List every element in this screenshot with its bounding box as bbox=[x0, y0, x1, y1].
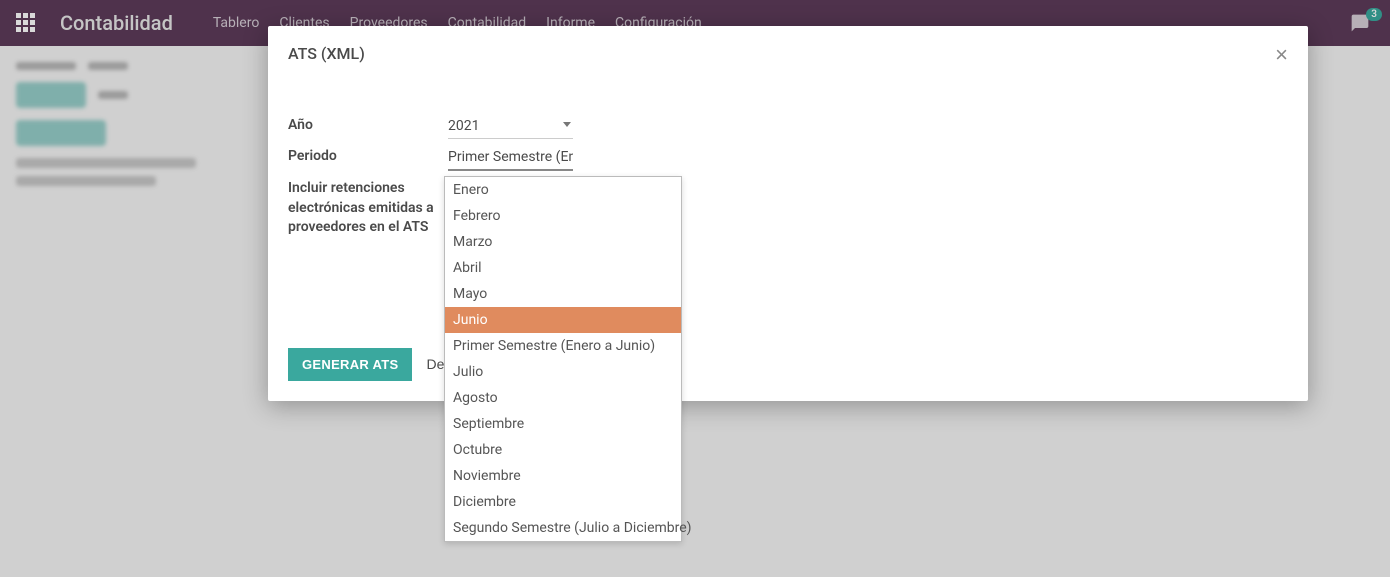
dropdown-item[interactable]: Segundo Semestre (Julio a Diciembre) bbox=[445, 515, 681, 541]
chevron-down-icon bbox=[563, 122, 571, 127]
close-icon[interactable]: × bbox=[1275, 44, 1288, 66]
dropdown-item[interactable]: Septiembre bbox=[445, 411, 681, 437]
dropdown-item[interactable]: Agosto bbox=[445, 385, 681, 411]
dropdown-item[interactable]: Mayo bbox=[445, 281, 681, 307]
dropdown-item[interactable]: Primer Semestre (Enero a Junio) bbox=[445, 333, 681, 359]
year-select[interactable]: 2021 bbox=[448, 116, 573, 139]
year-value: 2021 bbox=[448, 116, 573, 139]
dropdown-item[interactable]: Abril bbox=[445, 255, 681, 281]
modal-title: ATS (XML) bbox=[288, 44, 365, 63]
dropdown-item[interactable]: Octubre bbox=[445, 437, 681, 463]
ats-modal: ATS (XML) × Año 2021 Periodo Primer Seme… bbox=[268, 26, 1308, 401]
dropdown-item[interactable]: Noviembre bbox=[445, 463, 681, 489]
label-include: Incluir retenciones electrónicas emitida… bbox=[288, 179, 448, 238]
period-select[interactable]: Primer Semestre (Enero a Junio) bbox=[448, 147, 573, 171]
dropdown-item[interactable]: Enero bbox=[445, 177, 681, 203]
generate-button[interactable]: GENERAR ATS bbox=[288, 348, 412, 381]
dropdown-item[interactable]: Marzo bbox=[445, 229, 681, 255]
label-year: Año bbox=[288, 116, 448, 136]
dropdown-item[interactable]: Diciembre bbox=[445, 489, 681, 515]
dropdown-item[interactable]: Julio bbox=[445, 359, 681, 385]
dropdown-item[interactable]: Febrero bbox=[445, 203, 681, 229]
dropdown-item[interactable]: Junio bbox=[445, 307, 681, 333]
period-dropdown: EneroFebreroMarzoAbrilMayoJunioPrimer Se… bbox=[444, 176, 682, 542]
label-period: Periodo bbox=[288, 147, 448, 167]
period-value: Primer Semestre (Enero a Junio) bbox=[448, 147, 573, 171]
